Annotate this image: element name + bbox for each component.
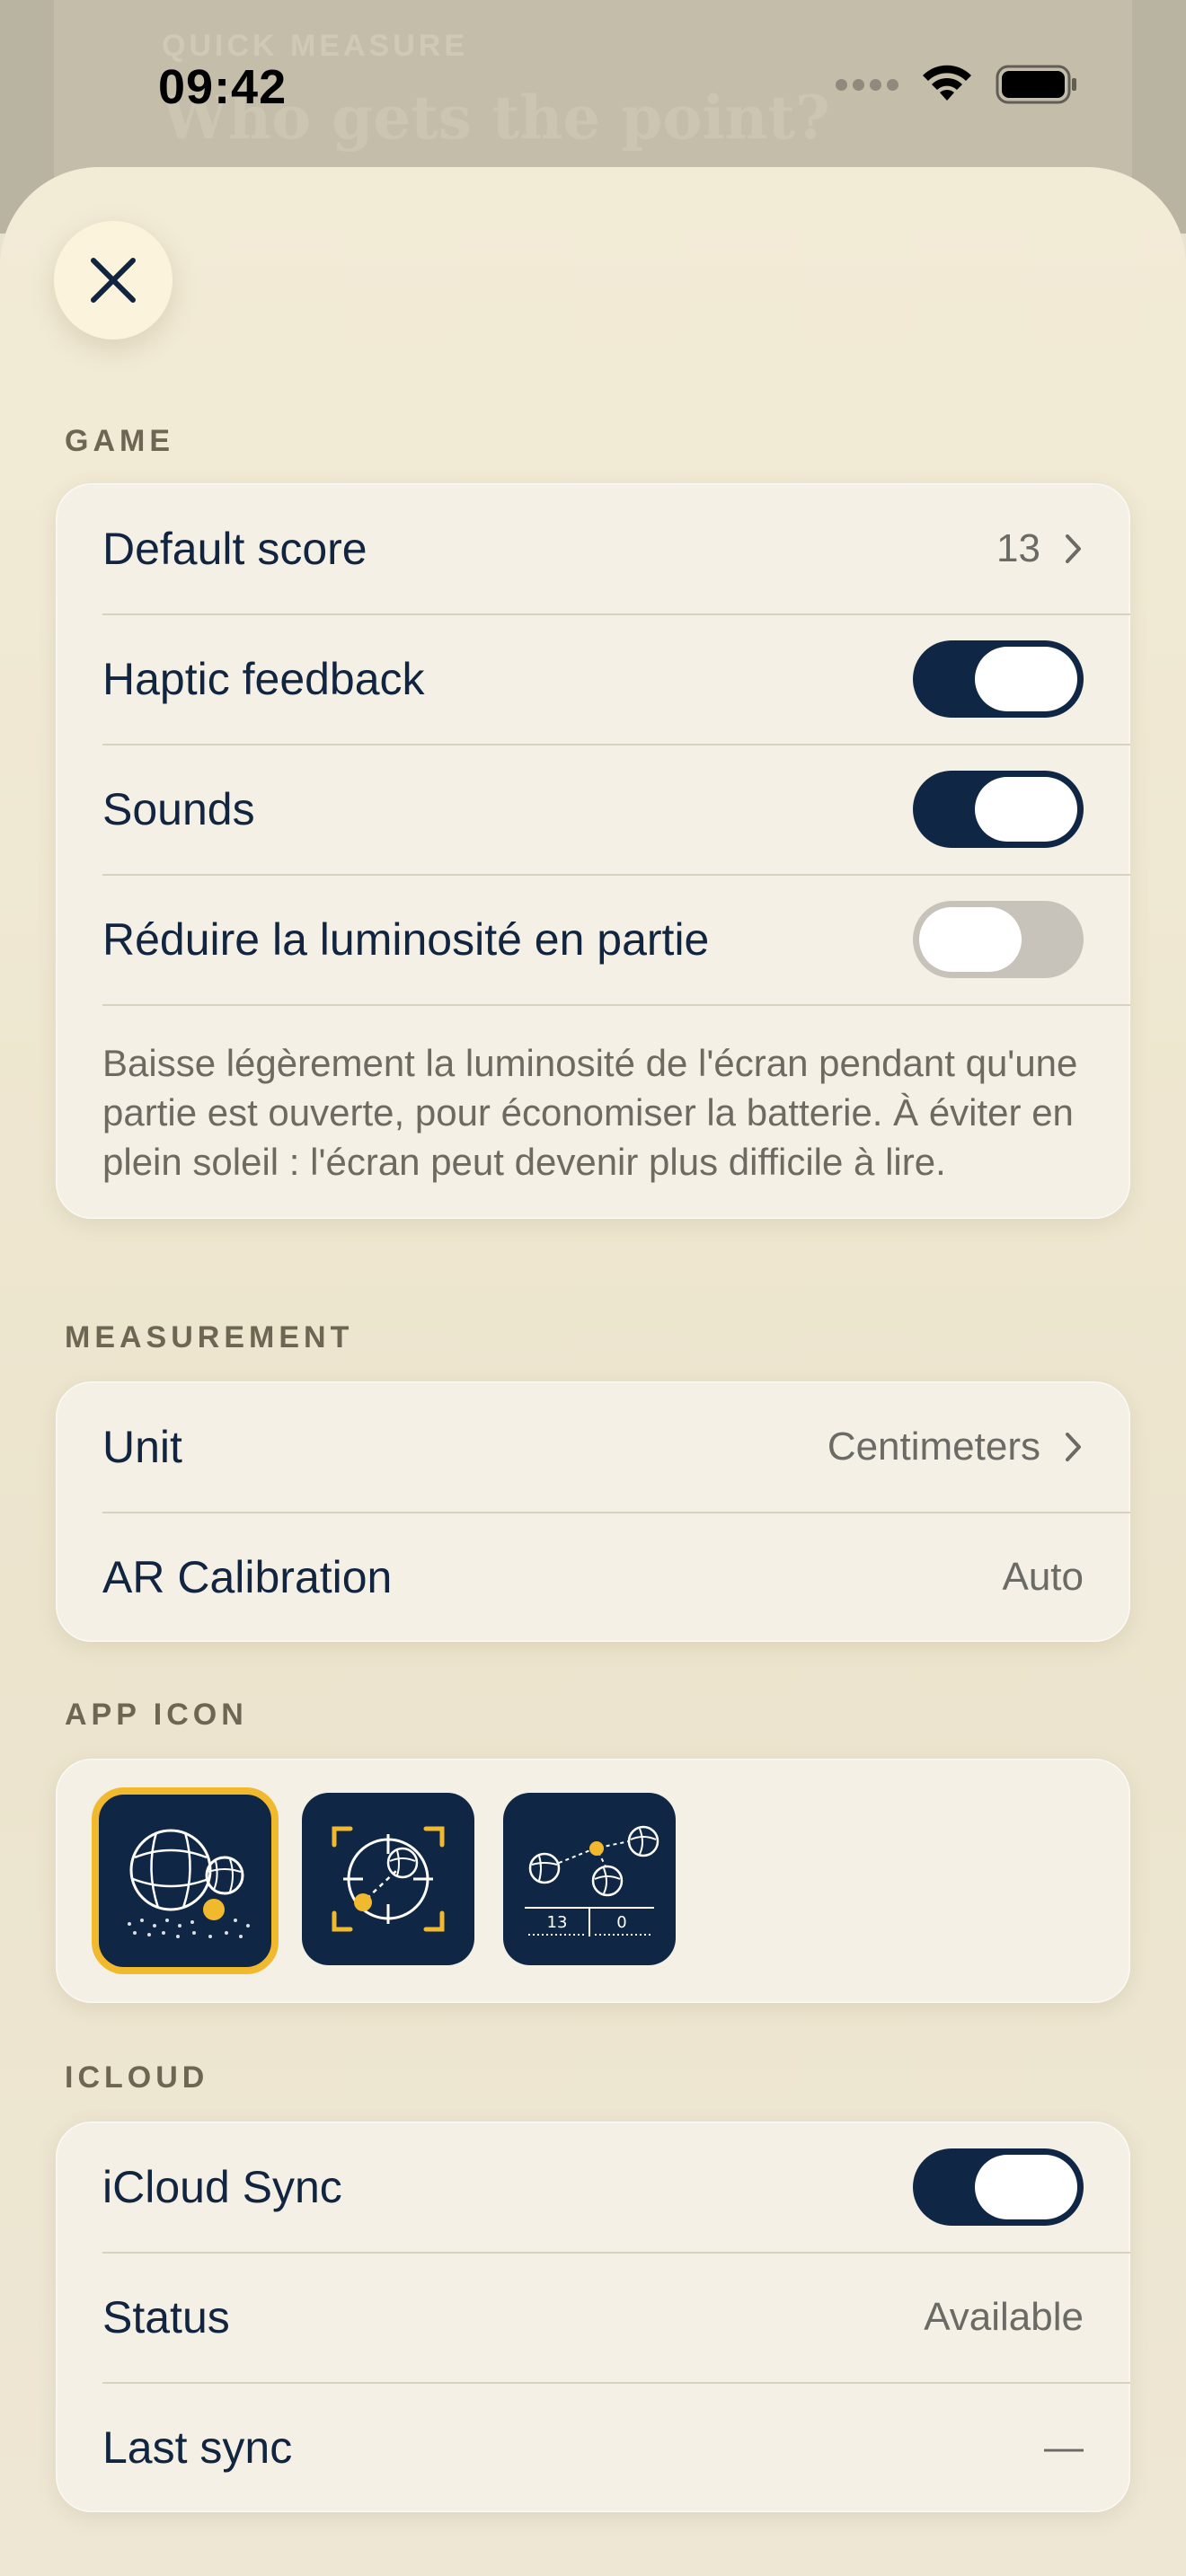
ar-calibration-label: AR Calibration: [102, 1551, 393, 1602]
app-icon-card: 13 0: [56, 1759, 1130, 2003]
status-label: Status: [102, 2291, 230, 2342]
scoreboard-right-score: 0: [616, 1913, 626, 1932]
last-sync-label: Last sync: [102, 2422, 293, 2473]
app-icon-picker: 13 0: [56, 1759, 1130, 2003]
close-icon: [91, 258, 136, 303]
default-score-label: Default score: [102, 523, 367, 574]
haptic-feedback-label: Haptic feedback: [102, 653, 425, 704]
status-row: Status Available: [56, 2252, 1130, 2382]
section-header-app-icon: APP ICON: [65, 1698, 248, 1732]
battery-icon: [996, 65, 1076, 104]
sounds-toggle[interactable]: [913, 770, 1084, 848]
unit-label: Unit: [102, 1421, 182, 1472]
icloud-sync-row: iCloud Sync: [56, 2122, 1130, 2252]
chevron-right-icon: [1064, 533, 1084, 565]
last-sync-row: Last sync —: [56, 2382, 1130, 2512]
unit-value: Centimeters: [827, 1424, 1040, 1469]
scoreboard-icon[interactable]: 13 0: [503, 1793, 676, 1965]
section-header-icloud: ICLOUD: [65, 2060, 209, 2095]
icloud-sync-toggle[interactable]: [913, 2148, 1084, 2226]
boules-icon[interactable]: [92, 1787, 279, 1974]
chevron-right-icon: [1064, 1431, 1084, 1463]
section-header-game: GAME: [65, 424, 174, 458]
sounds-label: Sounds: [102, 783, 255, 834]
cellular-icon: [836, 78, 898, 91]
target-icon[interactable]: [302, 1793, 474, 1965]
icloud-card: iCloud Sync Status Available Last sync —: [56, 2122, 1130, 2512]
status-value: Available: [924, 2294, 1084, 2339]
game-card: Default score 13 Haptic feedback Sounds …: [56, 483, 1130, 1219]
dim-brightness-label: Réduire la luminosité en partie: [102, 913, 710, 965]
last-sync-value: —: [1044, 2424, 1084, 2469]
dim-brightness-description: Baisse légèrement la luminosité de l'écr…: [56, 1004, 1130, 1219]
measurement-card: Unit Centimeters AR Calibration Auto: [56, 1381, 1130, 1642]
icloud-sync-label: iCloud Sync: [102, 2161, 342, 2212]
haptic-feedback-toggle[interactable]: [913, 640, 1084, 718]
section-header-measurement: MEASUREMENT: [65, 1320, 354, 1354]
close-button[interactable]: [54, 221, 173, 340]
default-score-value: 13: [996, 525, 1040, 570]
dim-brightness-row: Réduire la luminosité en partie: [56, 874, 1130, 1004]
scoreboard-left-score: 13: [547, 1913, 568, 1932]
unit-row[interactable]: Unit Centimeters: [56, 1381, 1130, 1512]
ar-calibration-value: Auto: [1002, 1554, 1084, 1599]
status-indicators: [836, 65, 1078, 104]
haptic-feedback-row: Haptic feedback: [56, 613, 1130, 744]
ar-calibration-row: AR Calibration Auto: [56, 1512, 1130, 1642]
status-time: 09:42: [158, 60, 288, 114]
dim-brightness-toggle[interactable]: [913, 900, 1084, 978]
wifi-icon: [923, 65, 971, 101]
default-score-row[interactable]: Default score 13: [56, 483, 1130, 613]
sounds-row: Sounds: [56, 744, 1130, 874]
settings-sheet: GAME Default score 13 Haptic feedback So…: [0, 167, 1186, 2576]
